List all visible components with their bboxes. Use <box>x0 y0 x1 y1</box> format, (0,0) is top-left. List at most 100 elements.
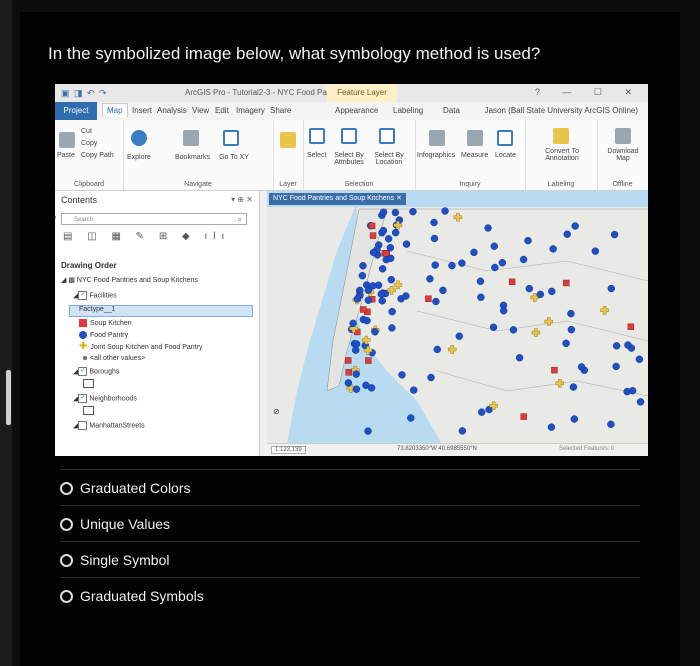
food-pantry-marker[interactable] <box>635 355 644 363</box>
food-pantry-marker[interactable] <box>524 236 532 245</box>
select-by-location-icon[interactable] <box>379 128 395 144</box>
food-pantry-marker[interactable] <box>367 384 376 392</box>
radio-unique-values[interactable] <box>60 518 73 531</box>
tab-data[interactable]: Data <box>443 106 460 115</box>
soup-kitchen-marker[interactable] <box>344 357 352 364</box>
food-pantry-marker[interactable] <box>591 247 600 255</box>
tab-labeling[interactable]: Labeling <box>393 106 423 115</box>
boroughs-checkbox[interactable]: ✓ <box>78 367 88 376</box>
layer-facilities[interactable]: ◢ ✓ Facilities <box>73 291 117 300</box>
food-pantry-marker[interactable] <box>369 282 377 290</box>
food-pantry-marker[interactable] <box>433 345 441 354</box>
tab-insert[interactable]: Insert <box>132 106 152 115</box>
food-pantry-marker[interactable] <box>398 371 406 379</box>
explore-button[interactable]: Explore <box>127 154 151 161</box>
food-pantry-marker[interactable] <box>358 271 367 280</box>
food-pantry-marker[interactable] <box>353 295 362 303</box>
food-pantry-marker[interactable] <box>624 341 632 349</box>
food-pantry-marker[interactable] <box>391 208 400 217</box>
option-unique-values[interactable]: Unique Values <box>60 505 660 554</box>
layer-manhattan-streets[interactable]: ◢ ManhattanStreets <box>73 421 145 430</box>
radio-single-symbol[interactable] <box>60 554 73 567</box>
measure-button[interactable]: Measure <box>461 152 488 159</box>
food-pantry-marker[interactable] <box>515 354 524 362</box>
food-pantry-marker[interactable] <box>430 218 438 227</box>
infographics-button[interactable]: Infographics <box>417 152 455 159</box>
food-pantry-marker[interactable] <box>364 296 373 304</box>
neighborhoods-checkbox[interactable]: ✓ <box>78 394 88 403</box>
tab-edit[interactable]: Edit <box>215 106 229 115</box>
layer-boroughs[interactable]: ◢ ✓ Boroughs <box>73 367 119 376</box>
infographics-icon[interactable] <box>429 130 445 146</box>
food-pantry-marker[interactable] <box>612 342 621 350</box>
food-pantry-marker[interactable] <box>386 254 395 263</box>
food-pantry-marker[interactable] <box>458 259 466 267</box>
soup-kitchen-marker[interactable] <box>365 357 372 364</box>
food-pantry-marker[interactable] <box>344 379 353 387</box>
soup-kitchen-marker[interactable] <box>508 278 516 286</box>
convert-to-annotation-icon[interactable] <box>553 128 569 144</box>
food-pantry-marker[interactable] <box>352 346 360 354</box>
food-pantry-marker[interactable] <box>577 363 586 371</box>
soup-kitchen-marker[interactable] <box>369 232 377 239</box>
download-map-icon[interactable] <box>615 128 631 144</box>
download-map-button[interactable]: Download Map <box>603 148 643 162</box>
option-graduated-colors[interactable]: Graduated Colors <box>60 469 660 518</box>
food-pantry-marker[interactable] <box>386 244 395 252</box>
food-pantry-marker[interactable] <box>499 306 508 315</box>
food-pantry-marker[interactable] <box>547 423 556 431</box>
option-single-symbol[interactable]: Single Symbol <box>60 541 660 590</box>
food-pantry-marker[interactable] <box>607 420 615 428</box>
food-pantry-marker[interactable] <box>388 324 396 332</box>
food-pantry-marker[interactable] <box>610 230 619 239</box>
food-pantry-marker[interactable] <box>498 259 507 267</box>
food-pantry-marker[interactable] <box>525 284 534 293</box>
food-pantry-marker[interactable] <box>387 275 395 284</box>
soup-kitchen-marker[interactable] <box>551 366 558 374</box>
quick-access-icons[interactable]: ▣ ◨ ↶ ↷ <box>61 88 108 99</box>
tab-project[interactable]: Project <box>55 102 97 120</box>
select-by-location-button[interactable]: Select By Location <box>369 152 409 166</box>
measure-icon[interactable] <box>467 130 483 146</box>
food-pantry-marker[interactable] <box>491 263 499 272</box>
food-pantry-marker[interactable] <box>409 207 417 216</box>
food-pantry-marker[interactable] <box>426 275 434 283</box>
tab-imagery[interactable]: Imagery <box>236 106 265 115</box>
soup-kitchen-marker[interactable] <box>563 279 570 287</box>
layer-neighborhoods[interactable]: ◢ ✓ Neighborhoods <box>73 394 137 403</box>
soup-kitchen-marker[interactable] <box>627 323 635 330</box>
food-pantry-marker[interactable] <box>407 414 415 422</box>
food-pantry-marker[interactable] <box>371 328 379 336</box>
map-view-tab[interactable]: NYC Food Pantries and Soup Kitchens ✕ <box>269 193 406 205</box>
option-graduated-symbols[interactable]: Graduated Symbols <box>60 577 660 626</box>
legend-soup-kitchen[interactable]: Soup Kitchen <box>79 319 132 327</box>
food-pantry-marker[interactable] <box>569 383 578 391</box>
food-pantry-marker[interactable] <box>441 207 449 215</box>
tab-share[interactable]: Share <box>270 106 291 115</box>
food-pantry-marker[interactable] <box>628 387 637 395</box>
soup-kitchen-marker[interactable] <box>360 306 367 313</box>
food-pantry-marker[interactable] <box>458 427 467 435</box>
legend-other[interactable]: <all other values> <box>83 355 145 362</box>
food-pantry-marker[interactable] <box>567 309 575 318</box>
food-pantry-marker[interactable] <box>379 208 388 216</box>
food-pantry-marker[interactable] <box>448 261 456 270</box>
tab-analysis[interactable]: Analysis <box>157 106 187 115</box>
go-to-xy-button[interactable]: Go To XY <box>219 154 249 161</box>
explore-icon[interactable] <box>131 130 147 146</box>
food-pantry-marker[interactable] <box>571 222 579 230</box>
soup-kitchen-marker[interactable] <box>368 222 376 230</box>
food-pantry-marker[interactable] <box>402 240 411 248</box>
food-pantry-marker[interactable] <box>570 415 579 423</box>
food-pantry-marker[interactable] <box>364 427 372 435</box>
contents-toolbar-icons[interactable]: ▤ ◫ ▦ ✎ ⊞ ◆ ılı <box>63 231 230 242</box>
food-pantry-marker[interactable] <box>379 226 388 235</box>
food-pantry-marker[interactable] <box>352 370 360 378</box>
add-data-icon[interactable] <box>280 132 296 148</box>
food-pantry-marker[interactable] <box>349 319 357 328</box>
food-pantry-marker[interactable] <box>427 373 435 382</box>
bookmarks-icon[interactable] <box>183 130 199 146</box>
food-pantry-marker[interactable] <box>567 325 576 334</box>
food-pantry-marker[interactable] <box>402 292 410 300</box>
food-pantry-marker[interactable] <box>519 255 528 264</box>
